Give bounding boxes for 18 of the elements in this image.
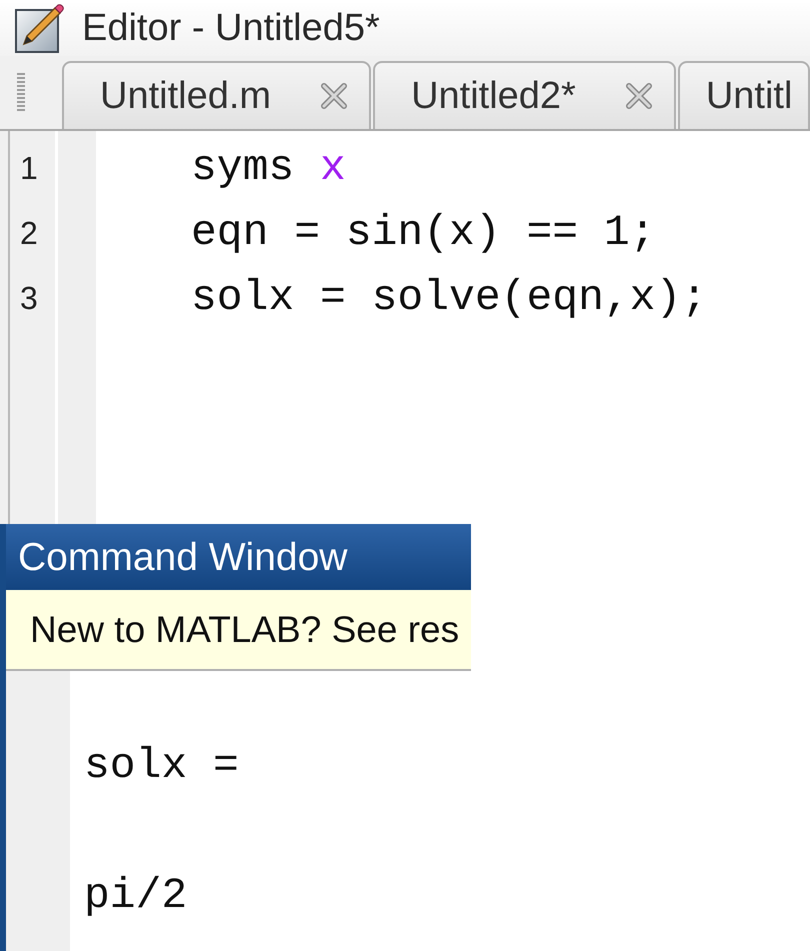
code-line: eqn = sin(x) == 1; xyxy=(191,211,656,254)
line-number: 1 xyxy=(20,152,38,184)
editor-tab[interactable]: Untitled.m xyxy=(62,61,372,129)
close-icon[interactable] xyxy=(626,83,652,109)
close-icon[interactable] xyxy=(321,83,348,109)
pencil-notepad-icon xyxy=(15,3,65,53)
line-number: 3 xyxy=(20,282,38,314)
editor-tab[interactable]: Untitl xyxy=(678,61,810,129)
code-line: solx = solve(eqn,x); xyxy=(191,276,708,319)
window-title: Editor - Untitled5* xyxy=(82,9,380,47)
output-line: solx = xyxy=(84,744,239,787)
output-line: pi/2 xyxy=(84,874,188,917)
code-line: syms x xyxy=(191,146,346,189)
grip-icon[interactable] xyxy=(17,72,25,112)
panel-title: Command Window xyxy=(18,538,348,576)
line-number: 2 xyxy=(20,216,38,248)
notice-text: New to MATLAB? See res xyxy=(30,611,460,648)
editor-tab[interactable]: Untitled2* xyxy=(373,61,676,129)
